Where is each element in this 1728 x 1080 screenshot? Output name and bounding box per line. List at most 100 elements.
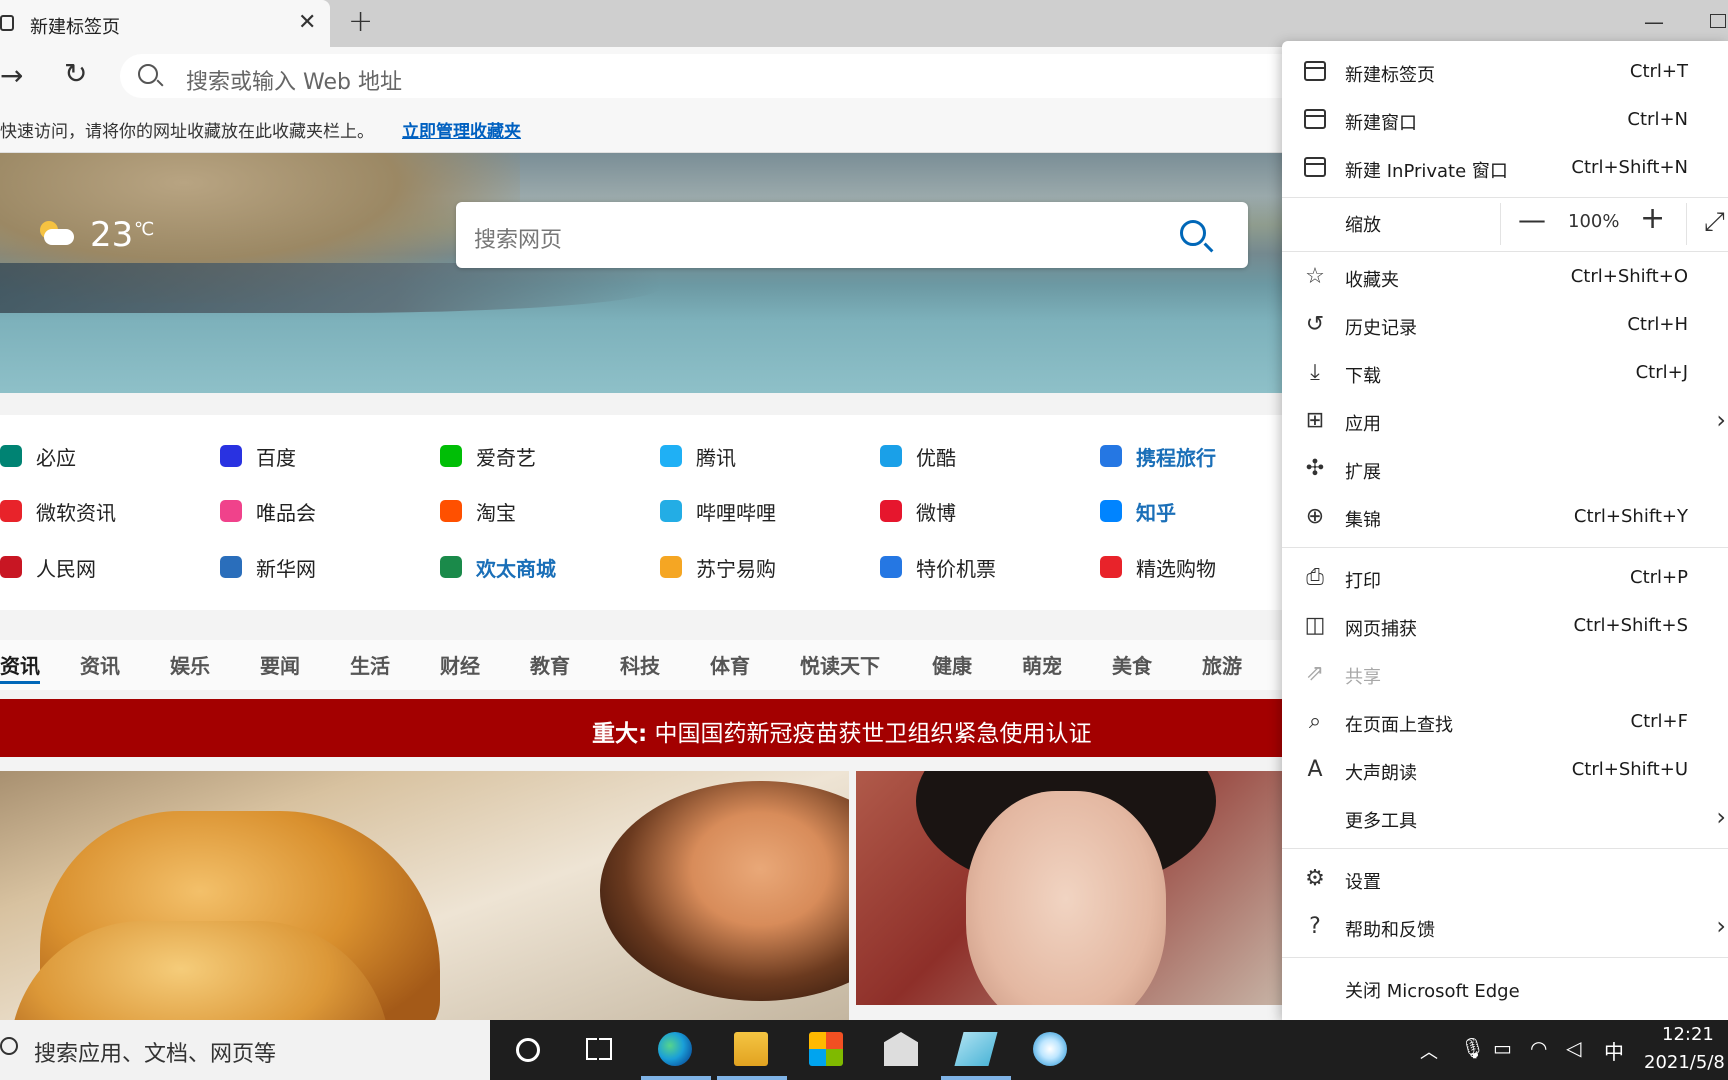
news-tab[interactable]: 教育 — [530, 650, 570, 679]
menu-close-edge[interactable]: 关闭 Microsoft Edge — [1282, 965, 1728, 1011]
tab-close-icon[interactable]: ✕ — [298, 10, 316, 35]
breaking-news-banner[interactable]: 重大: 中国国药新冠疫苗获世卫组织紧急使用认证 — [0, 699, 1290, 757]
site-logo-icon — [1100, 500, 1122, 522]
taskbar-search-box[interactable]: 搜索应用、文档、网页等 — [0, 1020, 490, 1080]
news-tab[interactable]: 旅游 — [1202, 650, 1242, 679]
menu-zoom: 缩放 — 100% + ⤢ — [1282, 197, 1728, 251]
quick-link-label: 必应 — [36, 445, 76, 470]
menu-apps[interactable]: ⊞ 应用 › — [1282, 398, 1728, 444]
zoom-out-icon[interactable]: — — [1518, 203, 1546, 236]
menu-favorites[interactable]: ☆ 收藏夹 Ctrl+Shift+O — [1282, 254, 1728, 300]
quick-link[interactable]: 腾讯 — [660, 441, 736, 471]
news-card-bread-image[interactable] — [0, 771, 849, 1020]
quick-link[interactable]: 优酷 — [880, 441, 956, 471]
partly-cloudy-icon[interactable] — [38, 221, 74, 245]
quick-link[interactable]: 爱奇艺 — [440, 441, 536, 471]
menu-print[interactable]: ⎙ 打印 Ctrl+P — [1282, 555, 1728, 601]
manage-favorites-link[interactable]: 立即管理收藏夹 — [402, 117, 521, 142]
menu-new-tab[interactable]: 新建标签页 Ctrl+T — [1282, 49, 1728, 95]
web-search-box[interactable]: 搜索网页 — [456, 202, 1248, 268]
news-tab[interactable]: 资讯 — [80, 650, 120, 679]
quick-link-label: 百度 — [256, 445, 296, 470]
speaker-icon[interactable]: ◁ — [1566, 1036, 1581, 1060]
search-icon[interactable] — [1180, 220, 1206, 246]
menu-help-feedback[interactable]: ? 帮助和反馈 › — [1282, 904, 1728, 950]
news-tab[interactable]: 美食 — [1112, 650, 1152, 679]
new-window-icon — [1304, 109, 1326, 129]
menu-web-capture[interactable]: ◫ 网页捕获 Ctrl+Shift+S — [1282, 603, 1728, 649]
quick-link[interactable]: 新华网 — [220, 552, 316, 582]
menu-collections[interactable]: ⊕ 集锦 Ctrl+Shift+Y — [1282, 494, 1728, 540]
news-tab[interactable]: 要闻 — [260, 650, 300, 679]
quick-link[interactable]: 微博 — [880, 496, 956, 526]
fullscreen-icon[interactable]: ⤢ — [1704, 207, 1725, 238]
quick-link[interactable]: 哔哩哔哩 — [660, 496, 776, 526]
maximize-icon[interactable] — [1710, 14, 1726, 28]
news-tab[interactable]: 科技 — [620, 650, 660, 679]
news-tab[interactable]: 萌宠 — [1022, 650, 1062, 679]
news-tab[interactable]: 体育 — [710, 650, 750, 679]
quick-link-label: 爱奇艺 — [476, 445, 536, 470]
site-logo-icon — [440, 500, 462, 522]
file-explorer-icon[interactable] — [734, 1032, 768, 1066]
store-icon[interactable] — [809, 1032, 843, 1066]
app-flower-icon[interactable] — [1033, 1032, 1067, 1066]
zoom-in-icon[interactable]: + — [1640, 201, 1665, 236]
quick-link[interactable]: 微软资讯 — [0, 496, 116, 526]
menu-settings[interactable]: ⚙ 设置 — [1282, 856, 1728, 902]
task-view-icon[interactable] — [586, 1038, 612, 1060]
news-tab[interactable]: 娱乐 — [170, 650, 210, 679]
quick-link[interactable]: 特价机票 — [880, 552, 996, 582]
clock-date[interactable]: 2021/5/8 — [1644, 1052, 1725, 1073]
ime-indicator[interactable]: 中 — [1604, 1036, 1624, 1065]
quick-link[interactable]: 百度 — [220, 441, 296, 471]
minimize-icon[interactable]: — — [1644, 10, 1664, 34]
tab-new-tab[interactable]: 新建标签页 ✕ — [0, 0, 330, 47]
title-bar: 新建标签页 ✕ + — — [0, 0, 1728, 47]
browser-settings-menu: 新建标签页 Ctrl+T 新建窗口 Ctrl+N 新建 InPrivate 窗口… — [1282, 41, 1728, 1020]
news-card-portrait-image[interactable] — [856, 771, 1290, 1005]
quick-link[interactable]: 苏宁易购 — [660, 552, 776, 582]
wifi-icon[interactable]: ◠ — [1530, 1036, 1547, 1060]
microphone-icon[interactable]: 🎙 — [1460, 1036, 1485, 1060]
chevron-up-icon[interactable]: ︿ — [1420, 1038, 1438, 1064]
gear-icon: ⚙ — [1305, 866, 1325, 891]
cortana-icon[interactable] — [516, 1038, 540, 1062]
site-logo-icon — [880, 500, 902, 522]
new-tab-icon — [1304, 61, 1326, 81]
quick-link[interactable]: 唯品会 — [220, 496, 316, 526]
menu-read-aloud[interactable]: A 大声朗读 Ctrl+Shift+U — [1282, 747, 1728, 793]
site-logo-icon — [0, 445, 22, 467]
quick-link[interactable]: 欢太商城 — [440, 552, 556, 582]
menu-new-window[interactable]: 新建窗口 Ctrl+N — [1282, 97, 1728, 143]
new-tab-plus-icon[interactable]: + — [348, 4, 373, 39]
battery-icon[interactable]: ▭ — [1493, 1036, 1512, 1060]
notes-app-icon[interactable] — [954, 1032, 998, 1066]
clock-time[interactable]: 12:21 — [1662, 1024, 1714, 1045]
address-bar[interactable]: 搜索或输入 Web 地址 — [120, 54, 1320, 98]
refresh-icon[interactable]: ↻ — [64, 57, 87, 90]
news-tab[interactable]: 健康 — [932, 650, 972, 679]
news-tab[interactable]: 财经 — [440, 650, 480, 679]
quick-link[interactable]: 必应 — [0, 441, 76, 471]
menu-new-inprivate[interactable]: 新建 InPrivate 窗口 Ctrl+Shift+N — [1282, 145, 1728, 191]
quick-link[interactable]: 精选购物 — [1100, 552, 1216, 582]
quick-link[interactable]: 人民网 — [0, 552, 96, 582]
menu-find-on-page[interactable]: ⌕ 在页面上查找 Ctrl+F — [1282, 699, 1728, 745]
menu-extensions[interactable]: ✣ 扩展 — [1282, 446, 1728, 492]
quick-link[interactable]: 淘宝 — [440, 496, 516, 526]
news-tab[interactable]: 资讯 — [0, 650, 40, 684]
forward-arrow-icon[interactable]: → — [0, 59, 23, 92]
site-logo-icon — [880, 556, 902, 578]
menu-downloads[interactable]: ⤓ 下载 Ctrl+J — [1282, 350, 1728, 396]
mail-icon[interactable] — [884, 1032, 918, 1066]
quick-link[interactable]: 携程旅行 — [1100, 441, 1216, 471]
weather-temperature[interactable]: 23 — [90, 215, 133, 255]
menu-history[interactable]: ↺ 历史记录 Ctrl+H — [1282, 302, 1728, 348]
quick-link-label: 微博 — [916, 500, 956, 525]
quick-link[interactable]: 知乎 — [1100, 496, 1176, 526]
news-tab[interactable]: 悦读天下 — [800, 650, 880, 679]
news-tab[interactable]: 生活 — [350, 650, 390, 679]
edge-icon[interactable] — [658, 1032, 692, 1066]
menu-more-tools[interactable]: 更多工具 › — [1282, 795, 1728, 841]
